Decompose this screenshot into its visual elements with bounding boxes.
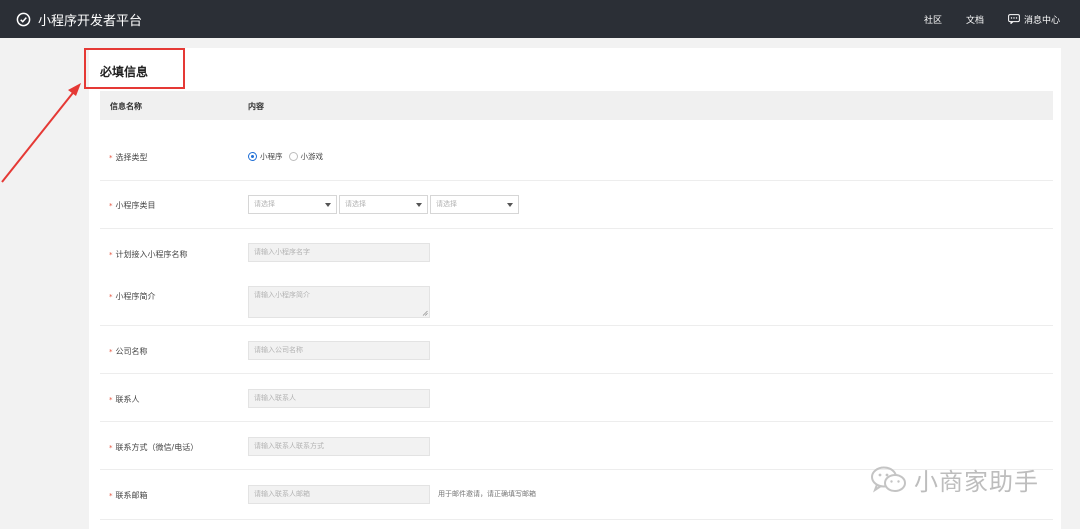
table-header: 信息名称 内容	[100, 91, 1053, 120]
row-name-intro: * 计划接入小程序名称 请输入小程序名字 * 小程序简介 请输入小程序简介	[100, 229, 1053, 326]
select-placeholder: 请选择	[345, 200, 366, 208]
brand[interactable]: 小程序开发者平台	[16, 0, 142, 38]
contact-method-label: * 联系方式（微信/电话）	[109, 442, 198, 453]
email-control: 请输入联系人邮箱 用于邮件邀请，请正确填写邮箱	[248, 485, 536, 504]
type-label: * 选择类型	[109, 152, 148, 163]
header-col-content: 内容	[248, 102, 264, 111]
chevron-down-icon	[507, 203, 513, 207]
row-contact: * 联系人 请输入联系人	[100, 374, 1053, 422]
name-label: * 计划接入小程序名称	[109, 249, 188, 260]
section-title: 必填信息	[100, 65, 149, 79]
category-selects: 请选择 请选择 请选择	[248, 195, 519, 214]
header-col-name: 信息名称	[110, 102, 142, 111]
chevron-down-icon	[325, 203, 331, 207]
required-mark: *	[109, 202, 113, 210]
resize-grip-icon[interactable]	[422, 310, 428, 316]
category-label-text: 小程序类目	[115, 201, 156, 210]
category-select-2[interactable]: 请选择	[339, 195, 428, 214]
radio-mini-game-label: 小游戏	[300, 152, 324, 161]
contact-method-label-text: 联系方式（微信/电话）	[115, 443, 199, 452]
required-mark: *	[109, 348, 113, 356]
radio-mini-program-label: 小程序	[260, 152, 283, 161]
email-label: * 联系邮箱	[109, 490, 148, 501]
company-label: * 公司名称	[109, 346, 148, 357]
app-name-input[interactable]: 请输入小程序名字	[248, 243, 430, 262]
top-bar: 小程序开发者平台 社区 文档 消息中心	[0, 0, 1080, 38]
contact-method-input[interactable]: 请输入联系人联系方式	[248, 437, 430, 456]
app-title: 小程序开发者平台	[38, 13, 143, 29]
select-placeholder: 请选择	[436, 200, 457, 208]
required-mark: *	[109, 293, 113, 301]
watermark-text: 小商家助手	[914, 468, 1039, 496]
nav-messages[interactable]: 消息中心	[1008, 13, 1060, 26]
radio-dot[interactable]	[288, 152, 298, 161]
textarea-placeholder: 请输入小程序简介	[254, 291, 310, 299]
intro-label: * 小程序简介	[109, 291, 156, 302]
row-type: * 选择类型 小程序 小游戏	[100, 120, 1053, 181]
chevron-down-icon	[416, 203, 422, 207]
watermark: 小商家助手	[870, 462, 1039, 497]
contact-input[interactable]: 请输入联系人	[248, 389, 430, 408]
name-label-text: 计划接入小程序名称	[115, 250, 188, 259]
required-mark: *	[109, 444, 113, 452]
category-select-1[interactable]: 请选择	[248, 195, 337, 214]
company-label-text: 公司名称	[115, 347, 148, 356]
type-label-text: 选择类型	[115, 153, 148, 162]
form-card: 必填信息 信息名称 内容 * 选择类型 小程序 小游戏 * 小程序类目 请选择 请选…	[89, 48, 1061, 529]
platform-logo-icon	[16, 12, 31, 26]
row-category: * 小程序类目 请选择 请选择 请选择	[100, 181, 1053, 229]
contact-label: * 联系人	[109, 394, 140, 405]
wechat-logo-icon	[871, 466, 906, 493]
radio-dot-checked[interactable]	[248, 152, 257, 161]
required-mark: *	[109, 492, 113, 500]
nav-docs[interactable]: 文档	[966, 13, 984, 26]
select-placeholder: 请选择	[254, 200, 275, 208]
email-label-text: 联系邮箱	[115, 491, 148, 500]
row-company: * 公司名称 请输入公司名称	[100, 326, 1053, 374]
category-select-3[interactable]: 请选择	[430, 195, 519, 214]
annotation-arrow-icon	[1, 83, 81, 183]
radio-mini-program[interactable]: 小程序	[248, 151, 283, 162]
type-radio-group: 小程序 小游戏	[248, 151, 323, 162]
category-label: * 小程序类目	[109, 200, 156, 211]
company-input[interactable]: 请输入公司名称	[248, 341, 430, 360]
nav-community[interactable]: 社区	[924, 13, 942, 26]
contact-label-text: 联系人	[115, 395, 140, 404]
required-mark: *	[109, 251, 113, 259]
radio-mini-game[interactable]: 小游戏	[288, 151, 324, 162]
nav-messages-label: 消息中心	[1023, 15, 1060, 26]
required-mark: *	[109, 154, 113, 162]
app-intro-textarea[interactable]: 请输入小程序简介	[248, 286, 430, 318]
email-input[interactable]: 请输入联系人邮箱	[248, 485, 430, 504]
required-mark: *	[109, 396, 113, 404]
top-nav: 社区 文档 消息中心	[924, 0, 1060, 38]
intro-label-text: 小程序简介	[115, 292, 156, 301]
message-icon	[1008, 14, 1020, 24]
email-hint: 用于邮件邀请，请正确填写邮箱	[438, 490, 536, 498]
